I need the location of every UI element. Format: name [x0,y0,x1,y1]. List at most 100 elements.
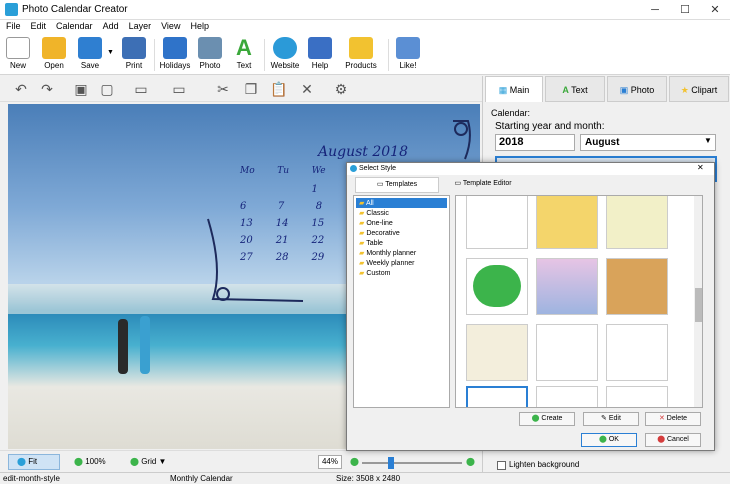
print-button[interactable]: Print [120,37,148,70]
open-button[interactable]: Open [40,37,68,70]
zoom-icon: ⬤ [74,457,83,466]
template-thumbnail[interactable] [536,196,598,249]
main-tab-icon: ▦ [498,85,508,95]
maximize-button[interactable]: ☐ [670,0,700,20]
template-thumbnail[interactable] [606,386,668,407]
status-size: Size: 3508 x 2480 [336,474,401,483]
products-button[interactable]: Products [342,37,380,70]
menu-edit[interactable]: Edit [25,20,51,31]
zoom-value[interactable]: 44% [318,455,342,469]
calendar-section-label: Calendar: [491,108,531,118]
tab-clipart[interactable]: ★ Clipart [669,76,729,102]
tab-templates[interactable]: ▭ Templates [355,177,439,193]
app-icon [5,3,18,16]
minimize-button[interactable]: ─ [640,0,670,20]
menu-file[interactable]: File [0,20,25,31]
edit-button[interactable]: ✎ Edit [583,412,639,426]
save-button[interactable]: Save [76,37,104,70]
grid-button[interactable]: ⬤ Grid ▼ [130,457,166,466]
menu-layer[interactable]: Layer [123,20,156,31]
menu-help[interactable]: Help [184,20,213,31]
start-year-month-label: Starting year and month: [495,121,605,132]
menu-bar: File Edit Calendar Add Layer View Help [0,20,730,35]
zoom-100-button[interactable]: ⬤ 100% [74,457,106,466]
align-bottom-icon[interactable]: ▭ [170,80,188,98]
month-select[interactable]: August [580,134,716,151]
category-item-decorative[interactable]: ▰ Decorative [354,228,449,238]
redo-icon[interactable]: ↷ [38,80,56,98]
scrollbar-thumb[interactable] [695,288,702,322]
template-thumbnail[interactable] [466,196,528,249]
bring-front-icon[interactable]: ▣ [72,80,90,98]
person-figure [118,319,128,374]
template-thumbnail-selected[interactable] [466,386,528,407]
delete-button[interactable]: ✕ Delete [645,412,701,426]
holidays-button[interactable]: Holidays [158,37,192,70]
template-thumbnail[interactable] [536,386,598,407]
photo-tab-icon: ▣ [619,85,629,95]
cancel-icon: ⬤ [657,436,666,443]
new-button[interactable]: New [4,37,32,70]
like-button[interactable]: Like! [394,37,422,70]
templates-tab-icon: ▭ [376,181,384,188]
template-thumbnail[interactable] [536,324,598,381]
zoom-slider[interactable] [362,462,462,464]
cut-icon[interactable]: ✂ [214,80,232,98]
close-button[interactable]: ✕ [700,0,730,20]
tab-main[interactable]: ▦ Main [485,76,543,102]
send-back-icon[interactable]: ▢ [98,80,116,98]
zoom-slider-thumb[interactable] [388,457,394,469]
text-button[interactable]: A Text [230,37,258,71]
undo-icon[interactable]: ↶ [12,80,30,98]
template-thumbnail[interactable] [606,196,668,249]
year-spinner[interactable]: 2018 [495,134,575,151]
save-dropdown-icon[interactable]: ▼ [107,49,114,56]
dialog-close-icon[interactable]: ✕ [697,163,704,172]
photo-button[interactable]: Photo [196,37,224,70]
copy-icon[interactable]: ❐ [242,80,260,98]
template-thumbnail[interactable] [466,324,528,381]
menu-view[interactable]: View [155,20,184,31]
template-thumbnail[interactable] [466,258,528,315]
cancel-button[interactable]: ⬤ Cancel [645,433,701,447]
tab-template-editor[interactable]: ▭ Template Editor [443,177,523,193]
ribbon: New Open Save ▼ Print Holidays Photo A Te… [0,35,730,75]
menu-calendar[interactable]: Calendar [50,20,97,31]
editor-tab-icon: ▭ [454,180,462,187]
menu-add[interactable]: Add [97,20,123,31]
category-item-custom[interactable]: ▰ Custom [354,268,449,278]
category-item-monthly-planner[interactable]: ▰ Monthly planner [354,248,449,258]
category-item-one-line[interactable]: ▰ One-line [354,218,449,228]
camera-icon [198,37,222,59]
dialog-icon [350,165,357,172]
website-button[interactable]: Website [268,37,302,70]
lighten-checkbox[interactable] [497,461,506,470]
paste-icon[interactable]: 📋 [270,80,288,98]
folder-icon: ▰ [359,240,365,247]
category-item-weekly-planner[interactable]: ▰ Weekly planner [354,258,449,268]
plus-icon: ⬤ [531,415,540,422]
category-item-classic[interactable]: ▰ Classic [354,208,449,218]
ok-button[interactable]: ⬤ OK [581,433,637,447]
fit-button[interactable]: ⬤ Fit [8,454,60,470]
category-item-table[interactable]: ▰ Table [354,238,449,248]
template-thumbnail[interactable] [606,324,668,381]
zoom-out-icon[interactable]: ⬤ [350,457,359,466]
template-thumbnail[interactable] [606,258,668,315]
check-icon: ⬤ [599,436,607,443]
new-icon [6,37,30,59]
template-thumbnail[interactable] [536,258,598,315]
help-button[interactable]: Help [306,37,334,70]
align-top-icon[interactable]: ▭ [132,80,150,98]
grid-icon: ⬤ [130,457,139,466]
tab-photo[interactable]: ▣ Photo [607,76,667,102]
tab-text[interactable]: A Text [545,76,605,102]
folder-icon: ▰ [359,220,365,227]
delete-icon[interactable]: ✕ [298,80,316,98]
folder-icon: ▰ [359,210,365,217]
create-button[interactable]: ⬤ Create [519,412,575,426]
zoom-in-icon[interactable]: ⬤ [466,457,475,466]
category-item-all[interactable]: ▰ All [356,198,447,208]
settings-icon[interactable]: ⚙ [332,80,350,98]
folder-icon: ▰ [359,260,365,267]
